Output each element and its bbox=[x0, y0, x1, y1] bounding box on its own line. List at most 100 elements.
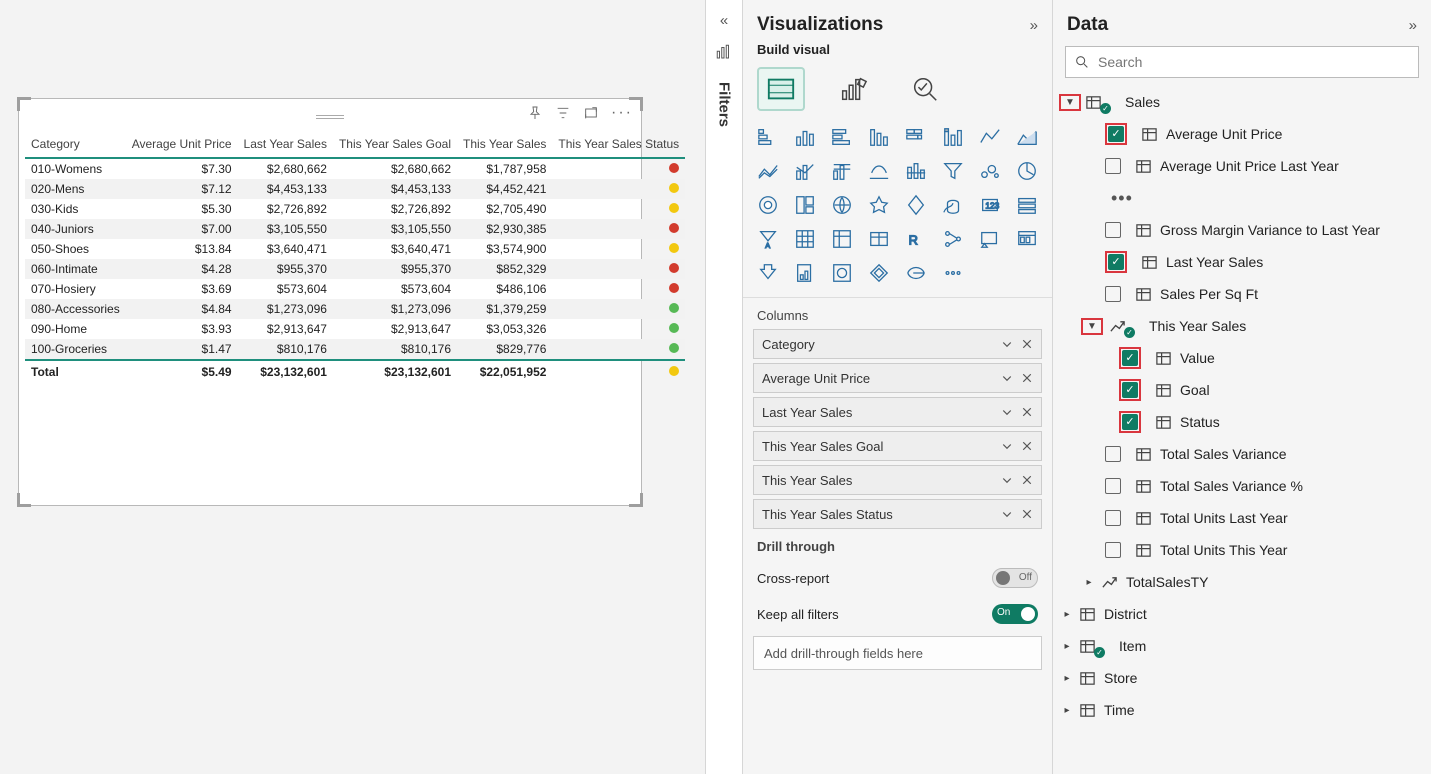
focus-mode-icon[interactable] bbox=[583, 105, 599, 124]
remove-icon[interactable] bbox=[1021, 474, 1033, 486]
chevron-down-icon[interactable] bbox=[1001, 440, 1013, 452]
tree-table[interactable]: ▸✓Item bbox=[1059, 630, 1425, 662]
tab-analytics[interactable] bbox=[901, 67, 949, 111]
field-checkbox[interactable] bbox=[1105, 286, 1121, 302]
viz-type-icon[interactable] bbox=[753, 157, 784, 185]
column-header[interactable]: This Year Sales bbox=[457, 133, 552, 158]
viz-type-icon[interactable] bbox=[753, 259, 784, 287]
viz-type-icon[interactable] bbox=[937, 191, 968, 219]
tree-field[interactable]: Sales Per Sq Ft bbox=[1059, 278, 1425, 310]
viz-type-icon[interactable]: R bbox=[901, 225, 932, 253]
viz-type-icon[interactable] bbox=[753, 191, 784, 219]
collapse-data-icon[interactable]: » bbox=[1409, 17, 1417, 34]
tree-field[interactable]: Total Sales Variance bbox=[1059, 438, 1425, 470]
viz-type-icon[interactable] bbox=[974, 225, 1005, 253]
tree-kpi[interactable]: ▼✓This Year Sales bbox=[1059, 310, 1425, 342]
table-row[interactable]: 100-Groceries$1.47$810,176$810,176$829,7… bbox=[25, 339, 685, 360]
table-row[interactable]: 020-Mens$7.12$4,453,133$4,453,133$4,452,… bbox=[25, 179, 685, 199]
field-checkbox[interactable] bbox=[1105, 510, 1121, 526]
column-header[interactable]: This Year Sales Status bbox=[552, 133, 685, 158]
table-row[interactable]: 010-Womens$7.30$2,680,662$2,680,662$1,78… bbox=[25, 158, 685, 179]
pin-icon[interactable] bbox=[527, 105, 543, 124]
column-header[interactable]: Category bbox=[25, 133, 126, 158]
tree-more[interactable]: ••• bbox=[1059, 182, 1425, 214]
remove-icon[interactable] bbox=[1021, 508, 1033, 520]
expand-caret-icon[interactable]: ▼ bbox=[1062, 97, 1078, 108]
tree-field[interactable]: Average Unit Price bbox=[1059, 118, 1425, 150]
field-checkbox[interactable] bbox=[1122, 382, 1138, 398]
column-header[interactable]: Average Unit Price bbox=[126, 133, 238, 158]
viz-type-icon[interactable] bbox=[864, 157, 895, 185]
field-checkbox[interactable] bbox=[1122, 350, 1138, 366]
viz-type-icon[interactable] bbox=[827, 123, 858, 151]
tree-field[interactable]: Total Units This Year bbox=[1059, 534, 1425, 566]
tree-field[interactable]: Gross Margin Variance to Last Year bbox=[1059, 214, 1425, 246]
viz-type-icon[interactable] bbox=[864, 123, 895, 151]
search-box[interactable] bbox=[1065, 46, 1419, 78]
field-checkbox[interactable] bbox=[1108, 126, 1124, 142]
column-header[interactable]: This Year Sales Goal bbox=[333, 133, 457, 158]
field-checkbox[interactable] bbox=[1105, 222, 1121, 238]
field-well[interactable]: Average Unit Price bbox=[753, 363, 1042, 393]
remove-icon[interactable] bbox=[1021, 406, 1033, 418]
chevron-down-icon[interactable] bbox=[1001, 338, 1013, 350]
viz-type-icon[interactable] bbox=[864, 191, 895, 219]
expand-caret-icon[interactable]: ▸ bbox=[1059, 641, 1075, 652]
viz-type-icon[interactable] bbox=[937, 157, 968, 185]
tree-kpi-child[interactable]: Goal bbox=[1059, 374, 1425, 406]
search-input[interactable] bbox=[1098, 54, 1410, 70]
field-well[interactable]: Category bbox=[753, 329, 1042, 359]
tree-field[interactable]: Total Units Last Year bbox=[1059, 502, 1425, 534]
chevron-down-icon[interactable] bbox=[1001, 406, 1013, 418]
table-row[interactable]: 060-Intimate$4.28$955,370$955,370$852,32… bbox=[25, 259, 685, 279]
viz-type-icon[interactable] bbox=[864, 225, 895, 253]
more-options-icon[interactable]: ··· bbox=[611, 105, 633, 124]
viz-type-icon[interactable] bbox=[1011, 157, 1042, 185]
cross-report-toggle[interactable]: Off bbox=[992, 568, 1038, 588]
report-canvas[interactable]: ··· CategoryAverage Unit PriceLast Year … bbox=[0, 0, 705, 774]
keep-all-filters-toggle[interactable]: On bbox=[992, 604, 1038, 624]
viz-type-icon[interactable] bbox=[1011, 123, 1042, 151]
expand-filters-icon[interactable]: « bbox=[720, 12, 728, 29]
field-checkbox[interactable] bbox=[1108, 254, 1124, 270]
field-well[interactable]: This Year Sales Goal bbox=[753, 431, 1042, 461]
table-row[interactable]: 050-Shoes$13.84$3,640,471$3,640,471$3,57… bbox=[25, 239, 685, 259]
tree-table[interactable]: ▼✓Sales bbox=[1059, 86, 1425, 118]
viz-type-icon[interactable] bbox=[937, 259, 968, 287]
viz-type-icon[interactable] bbox=[827, 225, 858, 253]
viz-type-icon[interactable] bbox=[753, 123, 784, 151]
tree-field[interactable]: Last Year Sales bbox=[1059, 246, 1425, 278]
filters-pane-collapsed[interactable]: « Filters bbox=[705, 0, 743, 774]
table-visual[interactable]: ··· CategoryAverage Unit PriceLast Year … bbox=[18, 98, 642, 506]
viz-type-icon[interactable] bbox=[827, 191, 858, 219]
field-checkbox[interactable] bbox=[1105, 478, 1121, 494]
tree-table[interactable]: ▸District bbox=[1059, 598, 1425, 630]
expand-caret-icon[interactable]: ▸ bbox=[1081, 577, 1097, 588]
viz-type-icon[interactable] bbox=[790, 225, 821, 253]
tree-table[interactable]: ▸Store bbox=[1059, 662, 1425, 694]
remove-icon[interactable] bbox=[1021, 338, 1033, 350]
viz-type-icon[interactable] bbox=[790, 157, 821, 185]
field-checkbox[interactable] bbox=[1105, 542, 1121, 558]
tree-kpi-child[interactable]: Value bbox=[1059, 342, 1425, 374]
tree-field[interactable]: Average Unit Price Last Year bbox=[1059, 150, 1425, 182]
viz-type-icon[interactable] bbox=[864, 259, 895, 287]
chevron-down-icon[interactable] bbox=[1001, 474, 1013, 486]
field-well[interactable]: This Year Sales Status bbox=[753, 499, 1042, 529]
remove-icon[interactable] bbox=[1021, 372, 1033, 384]
field-checkbox[interactable] bbox=[1105, 446, 1121, 462]
field-checkbox[interactable] bbox=[1122, 414, 1138, 430]
drill-through-dropwell[interactable]: Add drill-through fields here bbox=[753, 636, 1042, 670]
viz-type-icon[interactable] bbox=[974, 123, 1005, 151]
viz-type-icon[interactable] bbox=[901, 123, 932, 151]
viz-type-icon[interactable] bbox=[790, 259, 821, 287]
tab-format-visual[interactable] bbox=[829, 67, 877, 111]
viz-type-icon[interactable]: A bbox=[753, 225, 784, 253]
field-well[interactable]: Last Year Sales bbox=[753, 397, 1042, 427]
table-row[interactable]: 070-Hosiery$3.69$573,604$573,604$486,106 bbox=[25, 279, 685, 299]
viz-type-icon[interactable]: 123 bbox=[974, 191, 1005, 219]
table-row[interactable]: 030-Kids$5.30$2,726,892$2,726,892$2,705,… bbox=[25, 199, 685, 219]
expand-caret-icon[interactable]: ▼ bbox=[1084, 321, 1100, 332]
expand-caret-icon[interactable]: ▸ bbox=[1059, 673, 1075, 684]
viz-type-icon[interactable] bbox=[790, 123, 821, 151]
